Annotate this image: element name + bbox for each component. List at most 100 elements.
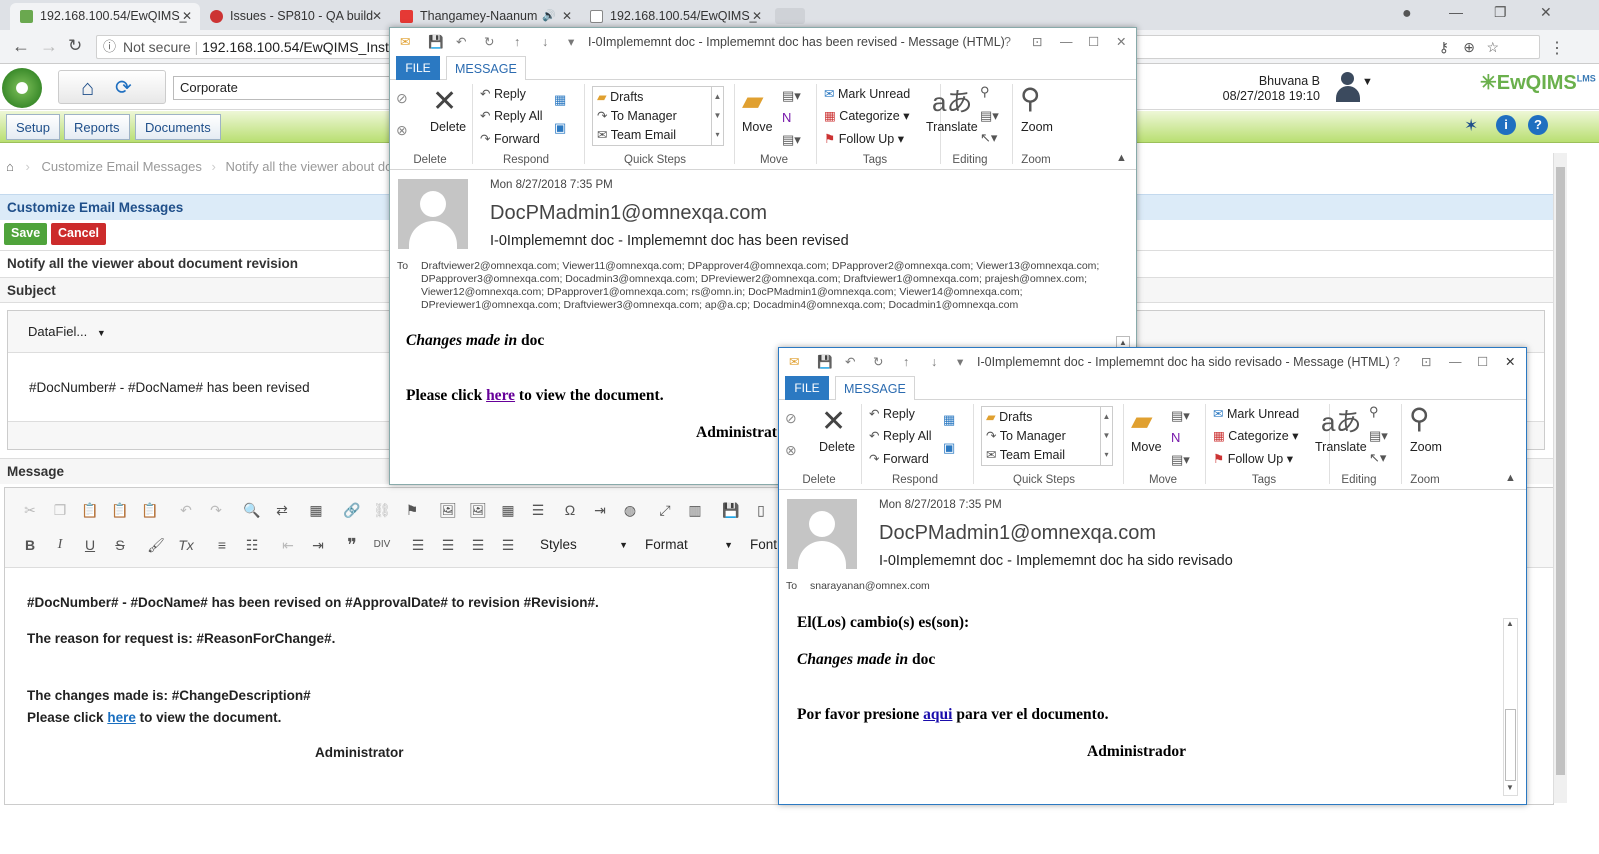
more-respond-icon[interactable]: ▣ [943, 440, 955, 456]
close-tab-icon[interactable]: ✕ [752, 3, 762, 30]
italic-icon[interactable]: I [51, 536, 69, 554]
zoom-button[interactable]: Zoom [1021, 120, 1053, 134]
minimize-icon[interactable]: — [1449, 348, 1462, 376]
translate-button[interactable]: Translate [1315, 440, 1367, 454]
quicksteps-scroll[interactable]: ▲ ▼ ▾ [1100, 407, 1112, 465]
message-sender[interactable]: DocPMadmin1@omnexqa.com [879, 522, 1156, 545]
blockquote-icon[interactable]: ❞ [343, 536, 361, 554]
close-window-icon[interactable]: ✕ [1540, 4, 1552, 21]
bold-icon[interactable]: B [21, 536, 39, 554]
info-button-icon[interactable]: i [1496, 115, 1516, 135]
here-link[interactable]: here [107, 710, 136, 725]
follow-up-button[interactable]: ⚑ Follow Up ▾ [824, 131, 904, 146]
page-break-icon[interactable]: ⇥ [591, 501, 609, 519]
minimize-window-icon[interactable]: — [1449, 4, 1463, 20]
datafield-dropdown[interactable]: DataFiel... ▼ [28, 324, 106, 339]
qat-save-icon[interactable]: 💾 [817, 348, 833, 376]
here-link[interactable]: here [486, 387, 515, 404]
bulleted-list-icon[interactable]: ☷ [243, 536, 261, 554]
zoom-icon[interactable]: ⚲ [1409, 402, 1430, 435]
paste-icon[interactable]: 📋 [81, 501, 99, 519]
styles-dropdown[interactable]: Styles ▼ [532, 533, 632, 557]
quickstep-team-email[interactable]: ✉ Team Email [597, 127, 676, 142]
image2-icon[interactable]: 🖼 [469, 501, 487, 519]
new-tab-button[interactable] [775, 8, 805, 24]
cut-icon[interactable]: ✂ [21, 501, 39, 519]
ribbon-display-icon[interactable]: ⊡ [1421, 348, 1431, 376]
minimize-icon[interactable]: — [1060, 28, 1073, 56]
qat-customize-icon[interactable]: ▾ [957, 348, 963, 376]
zoom-icon[interactable]: ⚲ [1020, 82, 1041, 115]
reply-button[interactable]: ↶ Reply [480, 86, 526, 101]
related-icon[interactable]: ▤▾ [1369, 428, 1388, 444]
close-icon[interactable]: ✕ [1116, 28, 1126, 56]
indent-icon[interactable]: ⇥ [309, 536, 327, 554]
special-char-icon[interactable]: Ω [561, 501, 579, 519]
save-icon[interactable]: 💾 [722, 501, 740, 519]
forward-button[interactable]: ↷ Forward [869, 451, 929, 466]
audio-playing-icon[interactable]: 🔊 [542, 3, 556, 30]
align-right-icon[interactable]: ☰ [469, 536, 487, 554]
user-avatar[interactable] [1334, 70, 1360, 104]
help-icon[interactable]: ? [1004, 28, 1011, 56]
qat-undo-icon[interactable]: ↶ [845, 348, 855, 376]
pin-icon[interactable]: ✶ [1464, 116, 1478, 136]
ignore-icon[interactable]: ⊘ [785, 410, 797, 427]
replace-icon[interactable]: ⇄ [273, 501, 291, 519]
meeting-icon[interactable]: ▦ [943, 412, 955, 428]
junk-icon[interactable]: ⊗ [396, 122, 408, 139]
profile-icon[interactable]: ● [1402, 5, 1412, 23]
tab-file[interactable]: FILE [785, 376, 829, 400]
categorize-button[interactable]: ▦ Categorize ▾ [824, 108, 910, 123]
help-icon[interactable]: ? [1528, 115, 1548, 135]
nav-documents[interactable]: Documents [135, 114, 221, 140]
breadcrumb-item[interactable]: Customize Email Messages [41, 159, 201, 174]
help-icon[interactable]: ? [1393, 348, 1400, 376]
tab-thangamey[interactable]: Thangamey-Naanum 🔊 ✕ [390, 3, 580, 30]
select-icon[interactable]: ↖▾ [1369, 450, 1386, 466]
close-tab-icon[interactable]: ✕ [562, 3, 572, 30]
remove-format-icon[interactable]: Tx [177, 536, 195, 554]
site-select[interactable]: Corporate [173, 76, 393, 100]
underline-icon[interactable]: U [81, 536, 99, 554]
message-body[interactable]: #DocNumber# - #DocName# has been revised… [27, 592, 599, 764]
tab-message[interactable]: MESSAGE [446, 56, 526, 81]
scroll-up-icon[interactable]: ▲ [1506, 619, 1514, 628]
find-icon[interactable]: 🔍 [243, 501, 261, 519]
nav-reports[interactable]: Reports [64, 114, 130, 140]
save-button[interactable]: Save [4, 223, 48, 245]
page-scrollbar[interactable] [1553, 153, 1567, 803]
more-respond-icon[interactable]: ▣ [554, 120, 566, 136]
reload-icon[interactable]: ↻ [68, 36, 82, 56]
delete-icon[interactable]: ✕ [821, 404, 846, 439]
select-all-icon[interactable]: ▦ [307, 501, 325, 519]
show-blocks-icon[interactable]: ▥ [686, 501, 704, 519]
qat-up-icon[interactable]: ↑ [903, 348, 909, 376]
nav-setup[interactable]: Setup [6, 114, 60, 140]
message-sender[interactable]: DocPMadmin1@omnexqa.com [490, 202, 767, 225]
forward-icon[interactable]: → [40, 36, 58, 57]
menu-dots-icon[interactable]: ⋮ [1549, 38, 1565, 58]
collapse-ribbon-icon[interactable]: ▲ [1505, 472, 1516, 484]
scroll-thumb[interactable] [1505, 709, 1516, 781]
onenote-icon[interactable]: N [1171, 430, 1180, 445]
undo-icon[interactable]: ↶ [177, 501, 195, 519]
font-dropdown[interactable]: Font [742, 533, 782, 557]
redo-icon[interactable]: ↷ [207, 501, 225, 519]
restore-window-icon[interactable]: ❐ [1494, 4, 1507, 21]
forward-button[interactable]: ↷ Forward [480, 131, 540, 146]
delete-icon[interactable]: ✕ [432, 84, 457, 119]
translate-button[interactable]: Translate [926, 120, 978, 134]
quickstep-to-manager[interactable]: ↷ To Manager [597, 108, 677, 123]
maximize-icon[interactable]: ☐ [1477, 348, 1488, 376]
move-folder-icon[interactable]: ▰ [1131, 404, 1153, 437]
link-icon[interactable]: 🔗 [343, 501, 361, 519]
qat-undo-icon[interactable]: ↶ [456, 28, 466, 56]
align-justify-icon[interactable]: ☰ [499, 536, 517, 554]
mark-unread-button[interactable]: ✉ Mark Unread [824, 86, 910, 101]
reply-all-button[interactable]: ↶ Reply All [869, 428, 932, 443]
align-left-icon[interactable]: ☰ [409, 536, 427, 554]
copy-icon[interactable]: ❐ [51, 501, 69, 519]
move-button[interactable]: Move [1131, 440, 1162, 454]
actions-icon[interactable]: ▤▾ [1171, 452, 1190, 468]
